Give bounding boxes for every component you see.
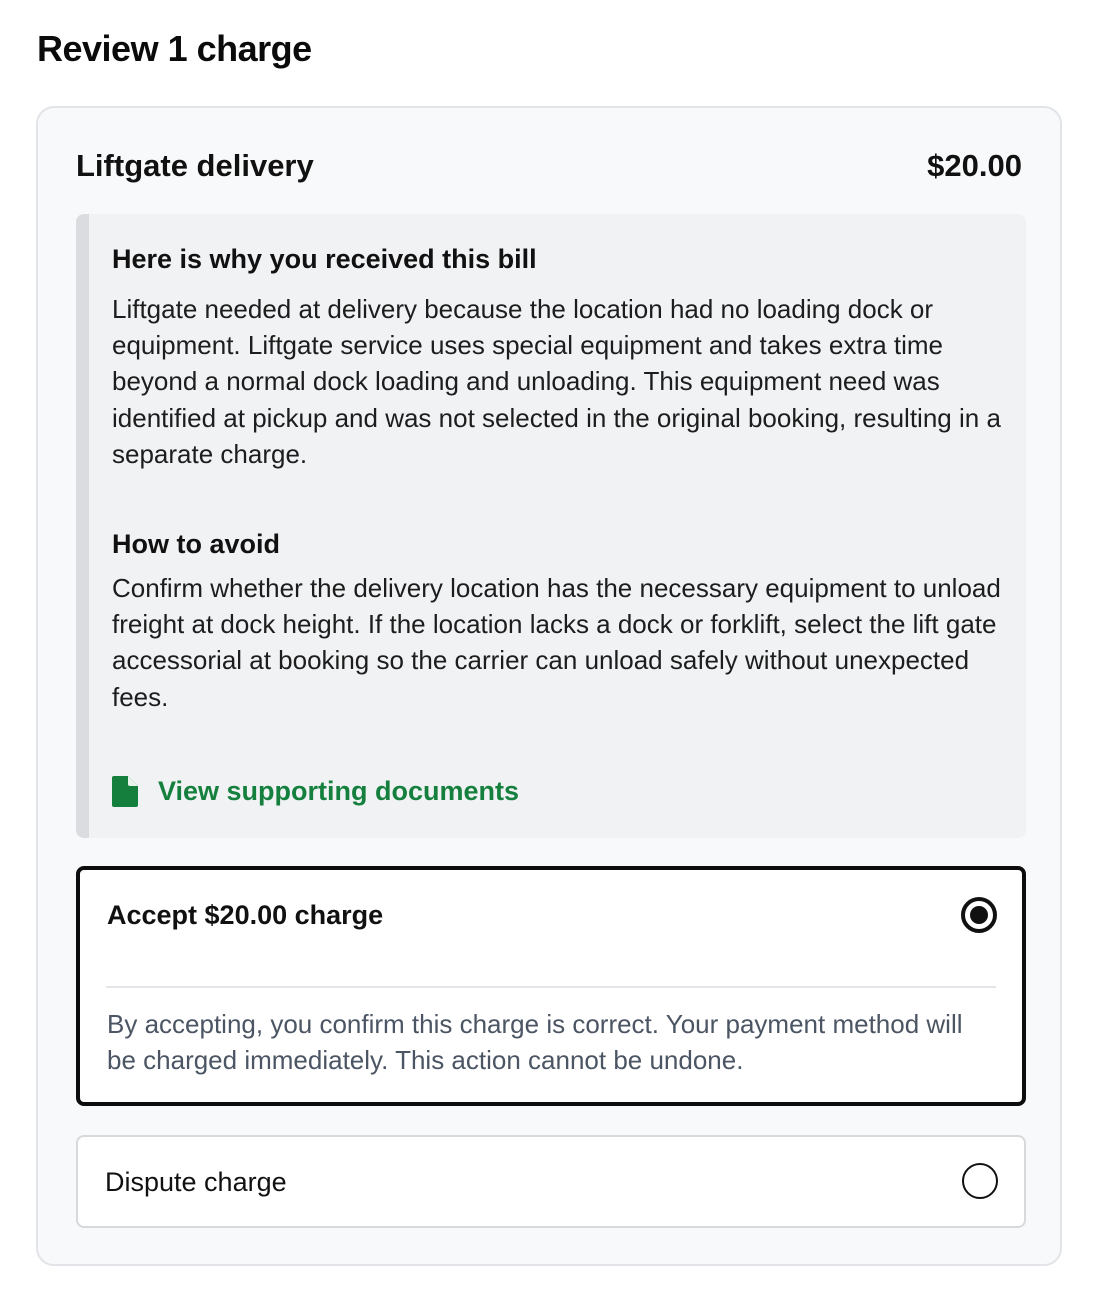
charge-header: Liftgate delivery $20.00 xyxy=(76,148,1022,184)
accept-charge-label: Accept $20.00 charge xyxy=(107,900,384,930)
view-supporting-documents-link[interactable]: View supporting documents xyxy=(112,776,519,807)
reason-body: Liftgate needed at delivery because the … xyxy=(112,294,1001,469)
avoid-heading: How to avoid xyxy=(112,529,280,560)
radio-selected-dot xyxy=(970,906,988,924)
document-icon xyxy=(112,776,138,807)
avoid-body: Confirm whether the delivery location ha… xyxy=(112,573,1001,712)
accept-charge-radio[interactable] xyxy=(961,897,997,933)
option-divider xyxy=(106,986,996,988)
view-supporting-documents-label: View supporting documents xyxy=(158,776,520,806)
dispute-charge-label: Dispute charge xyxy=(105,1167,287,1197)
dispute-charge-option[interactable]: Dispute charge xyxy=(76,1135,1026,1228)
charge-name: Liftgate delivery xyxy=(76,148,314,183)
charge-explanation-box: Here is why you received this bill Liftg… xyxy=(76,214,1026,838)
accept-charge-note: By accepting, you confirm this charge is… xyxy=(107,1009,963,1075)
charge-explanation-content: Here is why you received this bill Liftg… xyxy=(112,244,1002,715)
page-title: Review 1 charge xyxy=(37,28,312,69)
accept-charge-option[interactable]: Accept $20.00 charge By accepting, you c… xyxy=(76,866,1026,1106)
dispute-charge-radio[interactable] xyxy=(962,1163,998,1199)
reason-heading: Here is why you received this bill xyxy=(112,244,537,274)
charge-card: Liftgate delivery $20.00 Here is why you… xyxy=(36,106,1062,1266)
charge-amount: $20.00 xyxy=(927,148,1022,183)
